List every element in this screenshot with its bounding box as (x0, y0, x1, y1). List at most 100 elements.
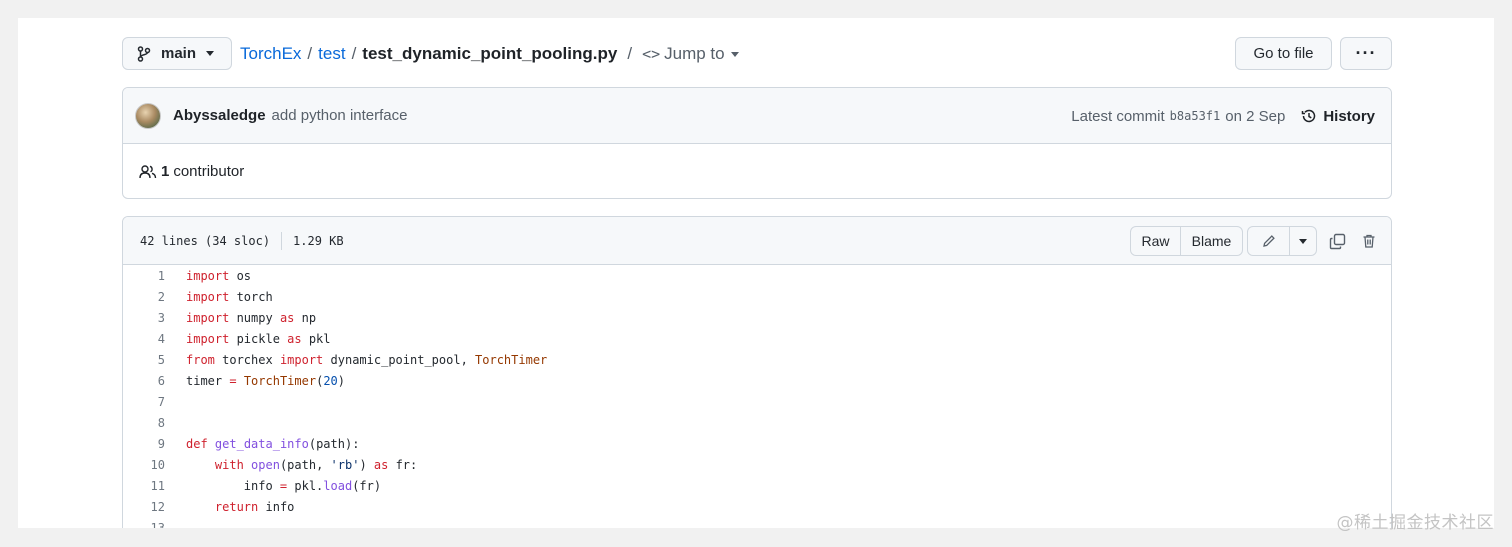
raw-blame-group: Raw Blame (1130, 226, 1243, 256)
delete-file-button[interactable] (1353, 226, 1385, 256)
contributor-count: 1 (161, 163, 170, 180)
commit-box: Abyssaledge add python interface Latest … (122, 87, 1392, 199)
contributors-row[interactable]: 1 contributor (123, 144, 1391, 198)
code-line: 4 import pickle as pkl (123, 328, 1391, 349)
code-view[interactable]: 1 import os 2 import torch 3 import numpy as … (123, 265, 1391, 529)
commit-message-link[interactable]: add python interface (272, 107, 408, 124)
code-line: 8 (123, 412, 1391, 433)
code-token: (path, (279, 457, 331, 472)
code-token: (path): (308, 436, 360, 451)
code-token: (fr) (352, 478, 382, 493)
line-content: return info (165, 500, 294, 514)
pencil-icon (1262, 235, 1275, 247)
trash-icon (1363, 234, 1375, 248)
line-content: def get_data_info(path): (165, 437, 359, 451)
chevron-down-icon (730, 51, 739, 57)
commit-author-link[interactable]: Abyssaledge (173, 107, 266, 124)
code-token: pkl (301, 331, 331, 346)
code-token: as (279, 310, 295, 325)
line-number[interactable]: 12 (123, 500, 165, 514)
code-token: load (323, 478, 353, 493)
history-link[interactable]: History (1301, 108, 1375, 125)
file-size: 1.29 KB (293, 233, 344, 248)
code-token: return (214, 499, 259, 514)
code-token: info (258, 499, 295, 514)
code-token: torch (229, 289, 273, 304)
line-number[interactable]: 8 (123, 416, 165, 430)
line-number[interactable]: 6 (123, 374, 165, 388)
raw-button[interactable]: Raw (1131, 227, 1181, 255)
jump-to-button[interactable]: <> Jump to (638, 44, 739, 64)
code-token: TorchTimer (243, 373, 317, 388)
history-label: History (1323, 107, 1375, 125)
code-token: pickle (229, 331, 288, 346)
code-token: as (287, 331, 302, 346)
code-token: def (186, 436, 208, 451)
branch-icon (137, 45, 151, 62)
chevron-down-icon (1299, 238, 1307, 244)
code-token: fr: (388, 457, 418, 472)
code-token: get_data_info (214, 436, 309, 451)
code-line: 6 timer = TorchTimer(20) (123, 370, 1391, 391)
line-number[interactable]: 4 (123, 332, 165, 346)
code-token: TorchTimer (475, 352, 548, 367)
code-token: np (294, 310, 317, 325)
code-token: import (186, 310, 230, 325)
code-token: timer (186, 373, 230, 388)
page: main TorchEx / test / test_dynamic_point… (18, 18, 1494, 528)
code-token: 'rb' (330, 457, 360, 472)
divider (281, 231, 283, 250)
commit-date: on 2 Sep (1225, 107, 1286, 125)
breadcrumb-separator: / (627, 44, 633, 63)
line-content: info = pkl.load(fr) (165, 479, 381, 493)
line-number[interactable]: 2 (123, 290, 165, 304)
line-number[interactable]: 1 (123, 269, 165, 283)
line-content: import pickle as pkl (165, 332, 331, 346)
line-number[interactable]: 5 (123, 353, 165, 367)
file-box: 42 lines (34 sloc) 1.29 KB Raw Blame 1 i… (122, 216, 1392, 528)
code-line: 7 (123, 391, 1391, 412)
breadcrumb-folder-link[interactable]: test (318, 44, 345, 64)
code-line: 3 import numpy as np (123, 307, 1391, 328)
line-content: with open(path, 'rb') as fr: (165, 458, 417, 472)
code-line: 2 import torch (123, 286, 1391, 307)
breadcrumb: TorchEx / test / test_dynamic_point_pool… (240, 44, 739, 64)
latest-commit-row: Abyssaledge add python interface Latest … (123, 88, 1391, 144)
line-number[interactable]: 9 (123, 437, 165, 451)
line-content: from torchex import dynamic_point_pool, … (165, 353, 547, 367)
edit-button[interactable] (1248, 227, 1290, 255)
breadcrumb-file-name: test_dynamic_point_pooling.py (362, 44, 618, 63)
copy-icon (1329, 233, 1345, 249)
breadcrumb-repo-link[interactable]: TorchEx (240, 44, 301, 64)
chevron-down-icon (206, 51, 215, 56)
blame-button[interactable]: Blame (1181, 227, 1242, 255)
line-number[interactable]: 10 (123, 458, 165, 472)
kebab-icon[interactable]: ··· (1340, 37, 1392, 70)
code-token: import (186, 289, 230, 304)
latest-commit-label: Latest commit (1071, 107, 1165, 125)
code-token: as (373, 457, 389, 472)
branch-label: main (161, 45, 197, 62)
watermark: @稀土掘金技术社区 (1336, 513, 1494, 533)
code-token: import (186, 268, 230, 283)
file-actions: Raw Blame (1130, 217, 1391, 265)
line-number[interactable]: 11 (123, 479, 165, 493)
line-number[interactable]: 3 (123, 311, 165, 325)
edit-dropdown-button[interactable] (1290, 227, 1316, 255)
code-token: os (229, 268, 252, 283)
code-line: 1 import os (123, 265, 1391, 286)
go-to-file-button[interactable]: Go to file (1235, 37, 1332, 70)
code-token: from (186, 352, 215, 367)
copy-raw-button[interactable] (1321, 226, 1353, 256)
avatar[interactable] (135, 102, 161, 129)
branch-select-button[interactable]: main (122, 37, 232, 70)
line-number[interactable]: 7 (123, 395, 165, 409)
code-token: import (186, 331, 230, 346)
code-token: ) (337, 373, 345, 388)
line-number[interactable]: 13 (123, 521, 165, 529)
commit-sha-link[interactable]: b8a53f1 (1170, 109, 1221, 123)
code-token: import (279, 352, 324, 367)
